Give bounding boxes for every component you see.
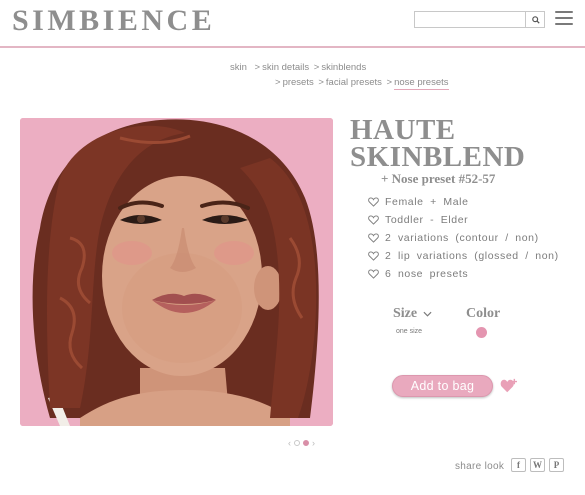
model-portrait — [20, 118, 333, 426]
product-image[interactable] — [20, 118, 333, 426]
breadcrumb-separator: > — [275, 77, 281, 88]
list-item: Female + Male — [368, 193, 559, 211]
pinterest-icon: P — [553, 460, 560, 470]
chevron-down-icon[interactable] — [423, 311, 432, 317]
product-subtitle: + Nose preset #52-57 — [381, 171, 496, 186]
list-item: Toddler - Elder — [368, 211, 559, 229]
size-selector-label[interactable]: Size — [393, 306, 417, 322]
header-divider — [0, 46, 585, 48]
product-title-line-2: SKINBLEND — [350, 141, 526, 173]
breadcrumb-separator: > — [254, 62, 261, 73]
hamburger-menu-icon[interactable] — [555, 11, 573, 26]
feature-text: Toddler - Elder — [385, 214, 469, 226]
facebook-icon: f — [517, 460, 520, 470]
pinterest-share-button[interactable]: P — [549, 458, 564, 472]
breadcrumb: skin > skin details > skinblends — [230, 62, 366, 73]
search-box — [414, 11, 545, 28]
share-label: share look — [455, 461, 505, 472]
gallery-dot-active[interactable] — [303, 440, 309, 446]
search-icon — [531, 15, 540, 24]
feature-list: Female + Male Toddler - Elder 2 variatio… — [368, 193, 559, 283]
product-title: HAUTE SKINBLEND — [350, 114, 526, 173]
product-title-line-1: HAUTE — [350, 114, 456, 146]
breadcrumb-item-nose-presets[interactable]: nose presets — [394, 77, 449, 90]
breadcrumb-item-skin-details[interactable]: skin details — [262, 62, 309, 73]
add-to-bag-button[interactable]: Add to bag — [392, 375, 493, 397]
breadcrumb-separator: > — [313, 62, 320, 73]
breadcrumb-item-facial-presets[interactable]: facial presets — [326, 77, 382, 88]
site-header: SIMBIENCE — [0, 0, 585, 46]
heart-outline-icon — [368, 251, 379, 261]
heart-plus-icon[interactable] — [500, 378, 518, 394]
color-selector-label: Color — [466, 306, 501, 321]
search-button[interactable] — [526, 12, 545, 27]
heart-outline-icon — [368, 269, 379, 279]
list-item: 6 nose presets — [368, 265, 559, 283]
size-value: one size — [396, 328, 423, 335]
twitter-icon: W — [533, 460, 542, 470]
prev-image-icon[interactable]: ‹ — [288, 438, 291, 448]
heart-outline-icon — [368, 197, 379, 207]
heart-outline-icon — [368, 233, 379, 243]
breadcrumb-separator: > — [386, 77, 393, 88]
color-swatch[interactable] — [476, 327, 487, 338]
site-logo[interactable]: SIMBIENCE — [12, 4, 215, 38]
breadcrumb-item-skin[interactable]: skin — [230, 62, 247, 73]
gallery-dot[interactable] — [294, 440, 300, 446]
breadcrumb-line-2: > presets > facial presets > nose presets — [273, 77, 449, 90]
list-item: 2 lip variations (glossed / non) — [368, 247, 559, 265]
next-image-icon[interactable]: › — [312, 438, 315, 448]
search-input[interactable] — [415, 12, 526, 27]
breadcrumb-item-skinblends[interactable]: skinblends — [321, 62, 366, 73]
feature-text: 2 lip variations (glossed / non) — [385, 250, 559, 262]
heart-outline-icon — [368, 215, 379, 225]
facebook-share-button[interactable]: f — [511, 458, 526, 472]
gallery-pagination: ‹ › — [288, 437, 336, 449]
list-item: 2 variations (contour / non) — [368, 229, 559, 247]
feature-text: 2 variations (contour / non) — [385, 232, 539, 244]
feature-text: Female + Male — [385, 196, 469, 208]
feature-text: 6 nose presets — [385, 268, 469, 280]
breadcrumb-separator: > — [318, 77, 324, 88]
breadcrumb-item-presets[interactable]: presets — [283, 77, 314, 88]
twitter-share-button[interactable]: W — [530, 458, 545, 472]
